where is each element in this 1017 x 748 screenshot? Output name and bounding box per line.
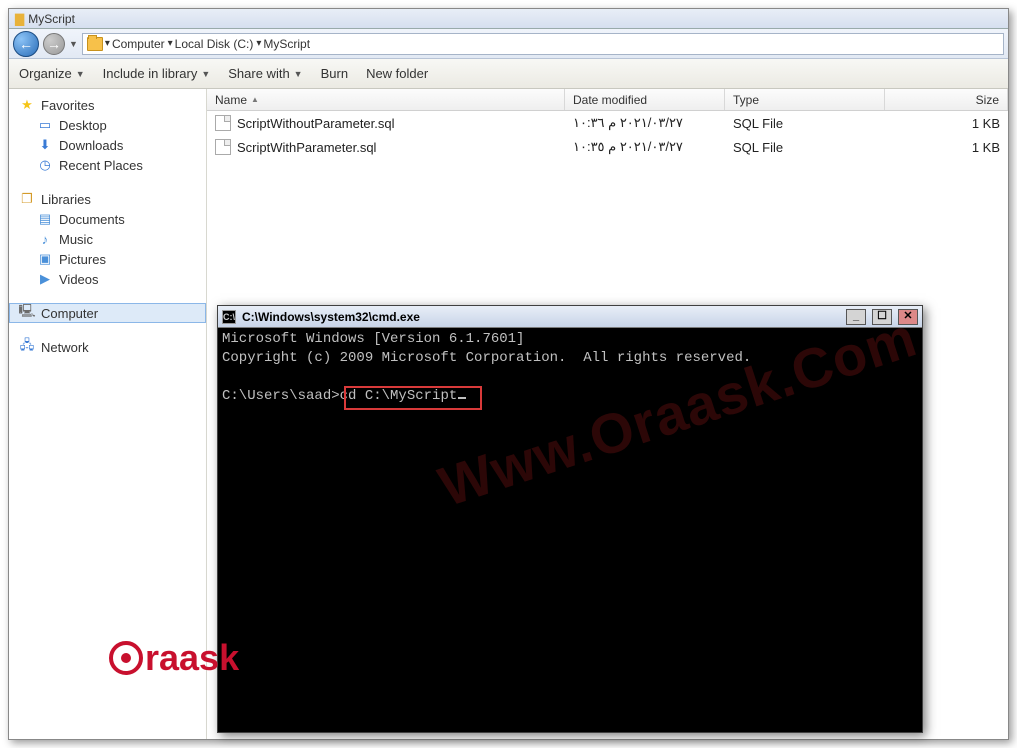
file-name: ScriptWithoutParameter.sql <box>237 116 395 131</box>
column-type[interactable]: Type <box>725 89 885 110</box>
file-size: 1 KB <box>885 116 1008 131</box>
include-in-library-menu[interactable]: Include in library▼ <box>103 66 211 81</box>
pictures-icon: ▣ <box>37 251 53 267</box>
nav-history-dropdown[interactable]: ▼ <box>69 39 78 49</box>
cmd-line-1: Microsoft Windows [Version 6.1.7601] <box>222 331 524 347</box>
network-icon: 🖧 <box>19 339 35 355</box>
file-icon <box>215 139 231 155</box>
star-icon: ★ <box>19 97 35 113</box>
file-name: ScriptWithParameter.sql <box>237 140 376 155</box>
sort-asc-icon: ▲ <box>251 95 259 104</box>
file-date: ٢٠٢١/٠٣/٢٧ م ١٠:٣٥ <box>565 139 725 155</box>
explorer-toolbar: Organize▼ Include in library▼ Share with… <box>9 59 1008 89</box>
file-icon <box>215 115 231 131</box>
music-icon: ♪ <box>37 231 53 247</box>
share-with-menu[interactable]: Share with▼ <box>228 66 302 81</box>
breadcrumb-seg-2[interactable]: MyScript <box>263 37 310 51</box>
desktop-icon: ▭ <box>37 117 53 133</box>
navigation-pane: ★Favorites ▭Desktop ⬇Downloads ◷Recent P… <box>9 89 207 739</box>
cmd-title-text: C:\Windows\system32\cmd.exe <box>242 310 420 324</box>
chevron-icon: ▾ <box>168 38 173 49</box>
cmd-titlebar[interactable]: C:\ C:\Windows\system32\cmd.exe _ ☐ ✕ <box>218 306 922 328</box>
sidebar-item-documents[interactable]: ▤Documents <box>9 209 206 229</box>
new-folder-button[interactable]: New folder <box>366 66 428 81</box>
address-bar: ← → ▼ ▾ Computer▾ Local Disk (C:)▾ MyScr… <box>9 29 1008 59</box>
maximize-button[interactable]: ☐ <box>872 309 892 325</box>
folder-icon: ▇ <box>15 12 24 26</box>
sidebar-item-downloads[interactable]: ⬇Downloads <box>9 135 206 155</box>
organize-menu[interactable]: Organize▼ <box>19 66 85 81</box>
minimize-button[interactable]: _ <box>846 309 866 325</box>
sidebar-item-music[interactable]: ♪Music <box>9 229 206 249</box>
chevron-down-icon: ▼ <box>294 69 303 79</box>
column-headers: Name▲ Date modified Type Size <box>207 89 1008 111</box>
column-size[interactable]: Size <box>885 89 1008 110</box>
sidebar-favorites[interactable]: ★Favorites <box>9 95 206 115</box>
table-row[interactable]: ScriptWithoutParameter.sql ٢٠٢١/٠٣/٢٧ م … <box>207 111 1008 135</box>
sidebar-libraries[interactable]: ❐Libraries <box>9 189 206 209</box>
cursor-icon <box>458 397 466 399</box>
chevron-icon: ▾ <box>105 38 110 49</box>
chevron-icon: ▾ <box>256 38 261 49</box>
sidebar-item-videos[interactable]: ▶Videos <box>9 269 206 289</box>
breadcrumb[interactable]: ▾ Computer▾ Local Disk (C:)▾ MyScript <box>82 33 1004 55</box>
window-title: MyScript <box>28 12 75 26</box>
chevron-down-icon: ▼ <box>76 69 85 79</box>
folder-icon <box>87 37 103 51</box>
explorer-titlebar[interactable]: ▇ MyScript <box>9 9 1008 29</box>
file-date: ٢٠٢١/٠٣/٢٧ م ١٠:٣٦ <box>565 115 725 131</box>
cmd-output[interactable]: Microsoft Windows [Version 6.1.7601] Cop… <box>218 328 922 732</box>
cmd-command: cd C:\MyScript <box>340 388 458 404</box>
chevron-down-icon: ▼ <box>201 69 210 79</box>
table-row[interactable]: ScriptWithParameter.sql ٢٠٢١/٠٣/٢٧ م ١٠:… <box>207 135 1008 159</box>
recent-icon: ◷ <box>37 157 53 173</box>
file-type: SQL File <box>725 140 885 155</box>
downloads-icon: ⬇ <box>37 137 53 153</box>
computer-icon: 🖳 <box>19 305 35 321</box>
column-date[interactable]: Date modified <box>565 89 725 110</box>
cmd-prompt: C:\Users\saad> <box>222 388 340 404</box>
column-name[interactable]: Name▲ <box>207 89 565 110</box>
videos-icon: ▶ <box>37 271 53 287</box>
breadcrumb-seg-1[interactable]: Local Disk (C:) <box>175 37 254 51</box>
sidebar-item-computer[interactable]: 🖳Computer <box>9 303 206 323</box>
cmd-line-2: Copyright (c) 2009 Microsoft Corporation… <box>222 350 751 366</box>
breadcrumb-seg-0[interactable]: Computer <box>112 37 165 51</box>
sidebar-item-recent-places[interactable]: ◷Recent Places <box>9 155 206 175</box>
cmd-window[interactable]: C:\ C:\Windows\system32\cmd.exe _ ☐ ✕ Mi… <box>217 305 923 733</box>
cmd-icon: C:\ <box>222 310 236 324</box>
sidebar-item-pictures[interactable]: ▣Pictures <box>9 249 206 269</box>
file-size: 1 KB <box>885 140 1008 155</box>
sidebar-item-network[interactable]: 🖧Network <box>9 337 206 357</box>
nav-back-button[interactable]: ← <box>13 31 39 57</box>
nav-forward-button[interactable]: → <box>43 33 65 55</box>
documents-icon: ▤ <box>37 211 53 227</box>
sidebar-item-desktop[interactable]: ▭Desktop <box>9 115 206 135</box>
libraries-icon: ❐ <box>19 191 35 207</box>
close-button[interactable]: ✕ <box>898 309 918 325</box>
file-type: SQL File <box>725 116 885 131</box>
burn-button[interactable]: Burn <box>321 66 348 81</box>
